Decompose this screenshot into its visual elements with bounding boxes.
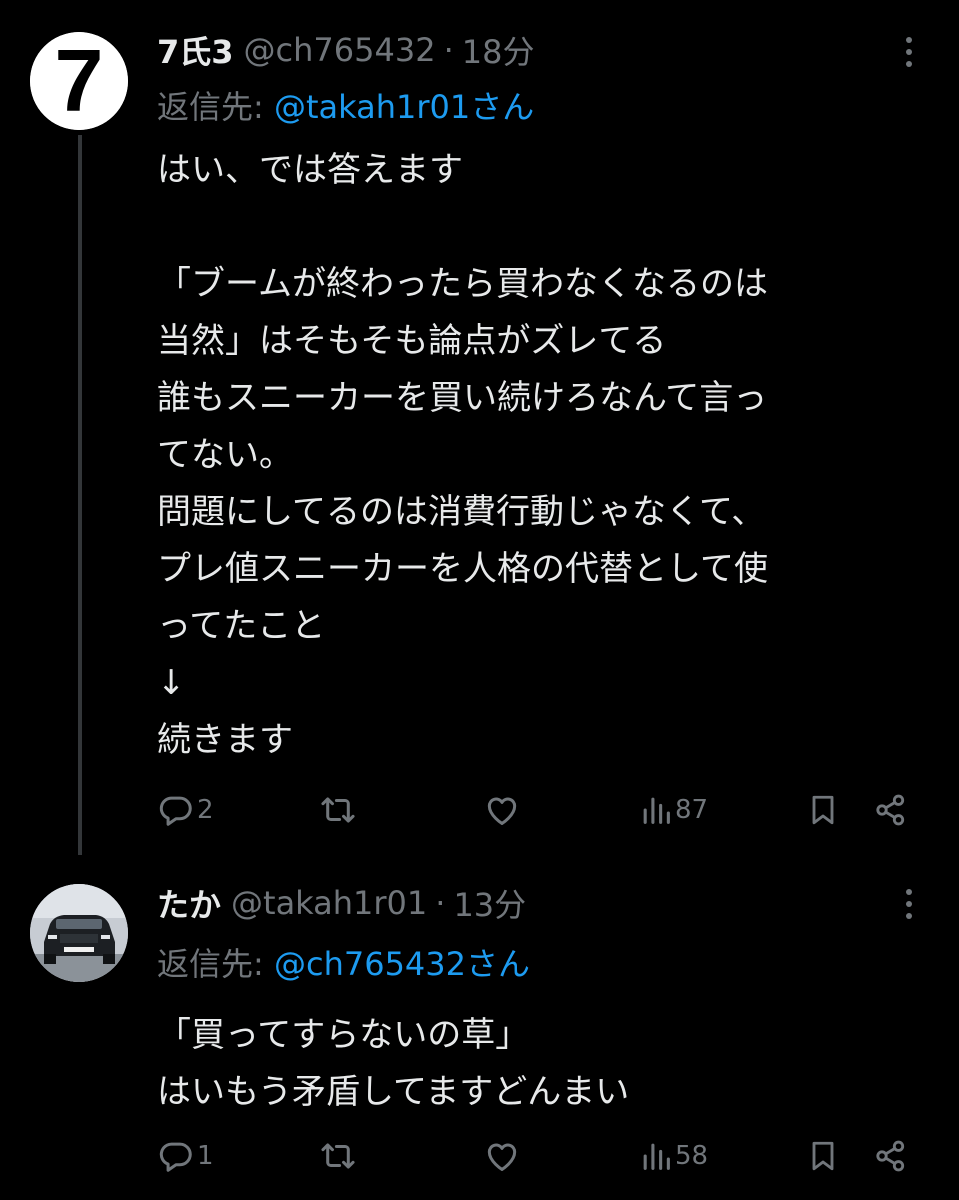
tweet-text: はい、では答えます 「ブームが終わったら買わなくなるのは 当然」はそもそも論点が… [157,150,768,760]
reply-icon [159,796,192,826]
tweet[interactable]: 7 7氏3 @ch765432 · 18分 返信先: @takah1r01さん … [0,0,959,860]
reply-count: 2 [197,795,214,825]
user-handle[interactable]: @ch765432 [244,31,436,69]
retweet-icon [321,797,355,823]
share-icon [876,1140,905,1172]
retweet-button[interactable] [319,790,359,830]
view-count: 58 [675,1141,709,1171]
bookmark-button[interactable] [805,1136,841,1176]
replying-to-label: 返信先: [157,88,264,126]
reply-icon [159,1142,192,1172]
tweet[interactable]: たか @takah1r01 · 13分 返信先: @ch765432さん 「買っ… [0,860,959,1200]
separator-dot: · [443,31,454,69]
analytics-icon [643,1143,670,1170]
heart-icon [487,1143,517,1171]
replying-to: 返信先: @takah1r01さん [157,83,534,131]
bookmark-button[interactable] [805,790,841,830]
replying-to-link[interactable]: @ch765432さん [274,945,530,983]
more-vertical-icon [906,37,912,67]
display-name[interactable]: 7氏3 [157,27,234,73]
thread-connector-line [78,135,82,855]
analytics-icon [643,797,670,824]
share-button[interactable] [873,790,909,830]
user-handle[interactable]: @takah1r01 [231,884,427,922]
view-count: 87 [675,795,709,825]
like-button[interactable] [483,790,523,830]
retweet-button[interactable] [319,1136,359,1176]
reply-button[interactable]: 1 [157,1136,214,1176]
retweet-icon [321,1143,355,1169]
avatar-label: 7 [54,32,104,130]
more-options-button[interactable] [899,884,919,924]
avatar[interactable]: 7 [30,32,128,130]
replying-to: 返信先: @ch765432さん [157,940,530,988]
separator-dot: · [435,884,446,922]
display-name[interactable]: たか [157,880,221,926]
more-vertical-icon [906,889,912,919]
views-button[interactable]: 58 [639,1136,708,1176]
bookmark-icon [812,795,834,825]
reply-count: 1 [197,1141,214,1171]
replying-to-link[interactable]: @takah1r01さん [274,88,534,126]
more-options-button[interactable] [899,32,919,72]
tweet-actions: 2 87 [157,790,917,830]
views-button[interactable]: 87 [639,790,708,830]
tweet-actions: 1 58 [157,1136,917,1176]
replying-to-label: 返信先: [157,945,264,983]
like-button[interactable] [483,1136,523,1176]
tweet-text: 「買ってすらないの草」 はいもう矛盾してますどんまい [157,1015,630,1112]
car-photo-avatar [30,884,128,982]
share-button[interactable] [873,1136,909,1176]
tweet-header: たか @takah1r01 · 13分 [157,878,526,928]
bookmark-icon [812,1141,834,1171]
share-icon [876,794,905,826]
heart-icon [487,797,517,825]
reply-button[interactable]: 2 [157,790,214,830]
timestamp[interactable]: 13分 [453,880,526,926]
avatar[interactable] [30,884,128,982]
timestamp[interactable]: 18分 [462,27,535,73]
tweet-header: 7氏3 @ch765432 · 18分 [157,25,534,75]
